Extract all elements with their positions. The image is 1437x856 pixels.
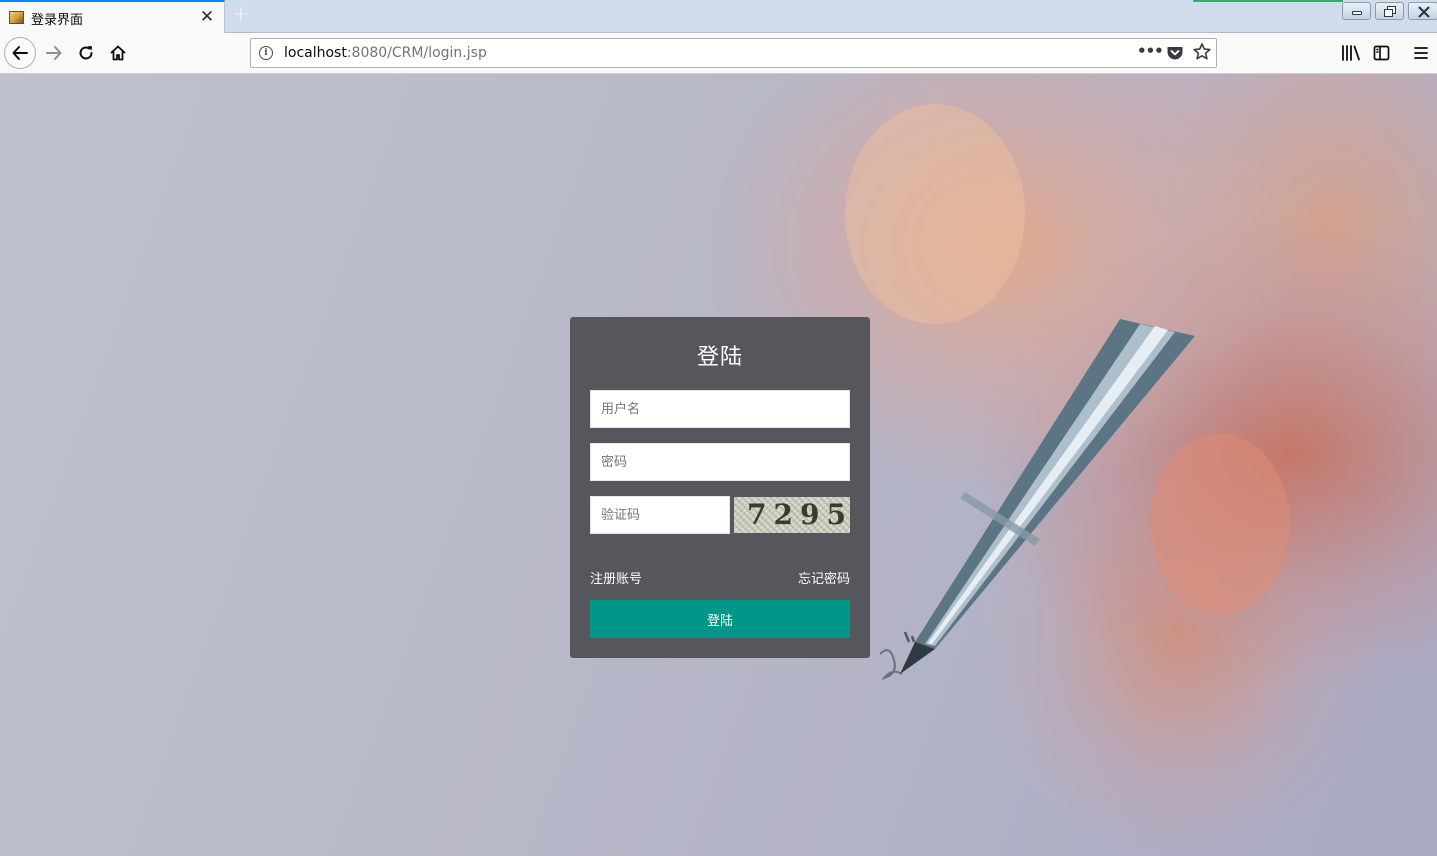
back-button[interactable] bbox=[3, 33, 37, 73]
url-text[interactable]: localhost:8080/CRM/login.jsp bbox=[284, 45, 487, 61]
restore-icon bbox=[1384, 9, 1393, 17]
library-icon[interactable] bbox=[1340, 43, 1362, 63]
address-bar[interactable]: i localhost:8080/CRM/login.jsp ••• bbox=[250, 38, 1217, 68]
navigation-toolbar: i localhost:8080/CRM/login.jsp ••• bbox=[0, 33, 1437, 74]
forgot-password-link[interactable]: 忘记密码 bbox=[798, 568, 850, 587]
forward-button[interactable] bbox=[40, 33, 68, 73]
page-actions-more-icon[interactable]: ••• bbox=[1137, 42, 1164, 62]
forward-arrow-icon bbox=[46, 46, 62, 60]
browser-tab-active[interactable]: 登录界面 ✕ bbox=[0, 0, 225, 33]
minimize-window-button[interactable] bbox=[1342, 2, 1371, 20]
page-favicon-icon bbox=[9, 11, 24, 24]
login-title: 登陆 bbox=[696, 345, 743, 370]
password-field-wrapper bbox=[590, 443, 850, 481]
password-input[interactable] bbox=[591, 444, 849, 480]
url-path: :8080/CRM/login.jsp bbox=[346, 45, 487, 61]
close-window-button[interactable] bbox=[1408, 2, 1437, 20]
tab-strip-accent-line bbox=[1193, 0, 1343, 2]
username-input[interactable] bbox=[591, 391, 849, 427]
login-links-row: 注册账号 忘记密码 bbox=[590, 568, 850, 587]
tab-close-icon[interactable]: ✕ bbox=[199, 8, 215, 26]
login-submit-button[interactable]: 登陆 bbox=[590, 600, 850, 638]
restore-window-button[interactable] bbox=[1375, 2, 1404, 20]
close-icon bbox=[1418, 6, 1430, 18]
sidebar-icon[interactable] bbox=[1371, 43, 1393, 63]
home-button[interactable] bbox=[104, 33, 132, 73]
info-icon[interactable]: i bbox=[259, 46, 273, 60]
back-arrow-icon bbox=[12, 46, 28, 60]
tab-strip: 登录界面 ✕ + bbox=[0, 0, 1437, 33]
minimize-icon bbox=[1352, 11, 1362, 15]
captcha-input[interactable] bbox=[591, 497, 729, 533]
captcha-field-wrapper bbox=[590, 496, 730, 534]
hamburger-menu-icon[interactable] bbox=[1410, 43, 1432, 63]
star-icon[interactable] bbox=[1192, 42, 1212, 66]
home-icon bbox=[110, 45, 126, 61]
login-form-card: 登陆 7295 注册账号 忘记密码 登陆 bbox=[570, 317, 870, 658]
captcha-image[interactable]: 7295 bbox=[734, 497, 850, 533]
pocket-icon[interactable] bbox=[1166, 44, 1184, 66]
tab-title: 登录界面 bbox=[31, 13, 84, 28]
new-tab-icon[interactable]: + bbox=[230, 4, 252, 28]
register-account-link[interactable]: 注册账号 bbox=[590, 568, 642, 587]
username-field-wrapper bbox=[590, 390, 850, 428]
reload-button[interactable] bbox=[72, 33, 100, 73]
page-content: 登陆 7295 注册账号 忘记密码 登陆 bbox=[0, 74, 1437, 856]
captcha-image-text: 7295 bbox=[747, 498, 850, 531]
reload-icon bbox=[79, 45, 93, 60]
url-host: localhost bbox=[284, 45, 347, 61]
